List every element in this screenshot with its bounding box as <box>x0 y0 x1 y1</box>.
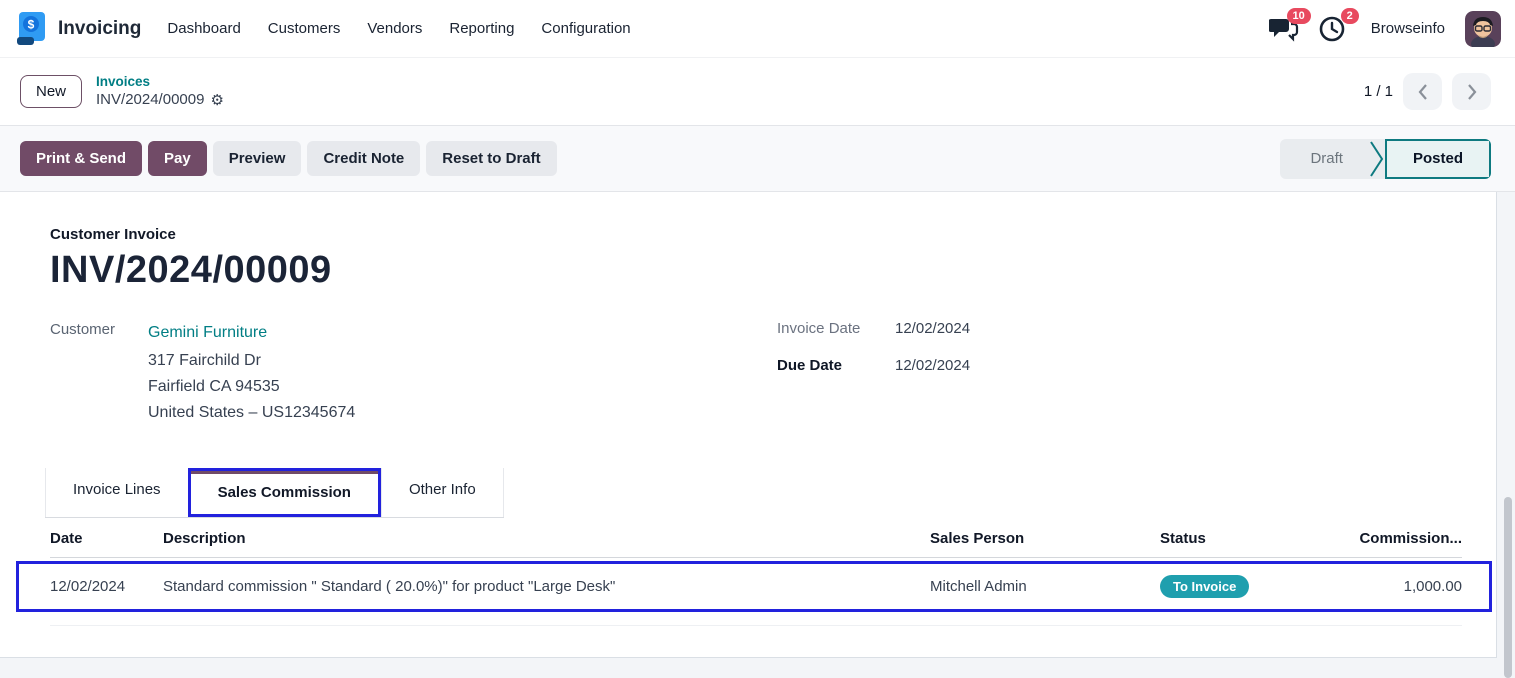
column-header-description[interactable]: Description <box>163 530 930 547</box>
pager-next-button[interactable] <box>1452 73 1491 110</box>
status-widget: Draft Posted <box>1280 139 1491 179</box>
column-header-date[interactable]: Date <box>50 530 163 547</box>
breadcrumb-current: INV/2024/00009 ⚙ <box>96 91 224 110</box>
customer-address-line1: 317 Fairchild Dr <box>148 348 355 374</box>
row-highlight-annotation: 12/02/2024 Standard commission " Standar… <box>16 561 1492 612</box>
statusbar-row: Print & Send Pay Preview Credit Note Res… <box>0 126 1515 192</box>
messages-icon[interactable]: 10 <box>1269 15 1299 43</box>
form-view: Customer Invoice INV/2024/00009 Customer… <box>0 192 1515 678</box>
tab-invoice-lines[interactable]: Invoice Lines <box>45 468 188 517</box>
cell-description: Standard commission " Standard ( 20.0%)"… <box>163 578 930 595</box>
customer-label: Customer <box>50 320 148 426</box>
status-draft[interactable]: Draft <box>1280 139 1369 179</box>
customer-address-line3: United States – US12345674 <box>148 400 355 426</box>
activities-clock-icon[interactable]: 2 <box>1319 15 1347 43</box>
customer-field: Customer Gemini Furniture 317 Fairchild … <box>50 320 777 426</box>
invoice-date-value[interactable]: 12/02/2024 <box>895 320 970 337</box>
menu-dashboard[interactable]: Dashboard <box>167 20 240 37</box>
top-navbar: $ Invoicing Dashboard Customers Vendors … <box>0 0 1515 58</box>
preview-button[interactable]: Preview <box>213 141 302 176</box>
pager-previous-button[interactable] <box>1403 73 1442 110</box>
new-button[interactable]: New <box>20 75 82 108</box>
scrollbar-track[interactable] <box>1498 192 1515 678</box>
tab-sales-commission[interactable]: Sales Commission <box>191 471 378 514</box>
table-row-separator <box>50 612 1462 626</box>
customer-value: Gemini Furniture 317 Fairchild Dr Fairfi… <box>148 320 355 426</box>
tab-highlight-annotation: Sales Commission <box>188 468 381 517</box>
document-type-label: Customer Invoice <box>50 226 1496 243</box>
status-arrow-icon <box>1369 139 1385 179</box>
print-send-button[interactable]: Print & Send <box>20 141 142 176</box>
activities-count-badge: 2 <box>1341 8 1359 24</box>
due-date-label: Due Date <box>777 357 895 374</box>
user-avatar[interactable] <box>1465 11 1501 47</box>
invoicing-app-icon[interactable]: $ <box>16 11 48 47</box>
cell-sales-person: Mitchell Admin <box>930 578 1160 595</box>
commission-table-header: Date Description Sales Person Status Com… <box>50 518 1462 558</box>
invoice-fields: Customer Gemini Furniture 317 Fairchild … <box>50 320 1496 426</box>
tab-other-info[interactable]: Other Info <box>381 468 504 517</box>
notebook-tabs: Invoice Lines Sales Commission Other Inf… <box>45 468 504 518</box>
menu-configuration[interactable]: Configuration <box>541 20 630 37</box>
customer-link[interactable]: Gemini Furniture <box>148 320 355 346</box>
app-name[interactable]: Invoicing <box>58 18 141 40</box>
column-header-status[interactable]: Status <box>1160 530 1300 547</box>
pager-count: 1 / 1 <box>1364 83 1393 100</box>
cell-commission-amount: 1,000.00 <box>1300 578 1462 595</box>
gear-icon[interactable]: ⚙ <box>210 91 223 110</box>
status-badge-to-invoice: To Invoice <box>1160 575 1249 598</box>
cell-date: 12/02/2024 <box>50 578 163 595</box>
breadcrumb: Invoices INV/2024/00009 ⚙ <box>96 74 224 110</box>
breadcrumb-current-label: INV/2024/00009 <box>96 91 204 110</box>
main-menu: Dashboard Customers Vendors Reporting Co… <box>167 20 630 37</box>
menu-customers[interactable]: Customers <box>268 20 341 37</box>
invoice-date-label: Invoice Date <box>777 320 895 337</box>
invoice-number-title: INV/2024/00009 <box>50 249 1496 292</box>
customer-address-line2: Fairfield CA 94535 <box>148 374 355 400</box>
breadcrumb-invoices-link[interactable]: Invoices <box>96 74 224 91</box>
invoice-sheet: Customer Invoice INV/2024/00009 Customer… <box>0 192 1497 658</box>
navbar-systray: 10 2 Browseinfo <box>1269 11 1501 47</box>
messages-count-badge: 10 <box>1287 8 1311 24</box>
cell-status: To Invoice <box>1160 575 1300 598</box>
column-header-commission[interactable]: Commission... <box>1300 530 1462 547</box>
menu-reporting[interactable]: Reporting <box>449 20 514 37</box>
vertical-scrollbar-thumb[interactable] <box>1504 497 1512 678</box>
menu-vendors[interactable]: Vendors <box>367 20 422 37</box>
column-header-sales-person[interactable]: Sales Person <box>930 530 1160 547</box>
user-menu[interactable]: Browseinfo <box>1371 20 1445 37</box>
date-fields: Invoice Date 12/02/2024 Due Date 12/02/2… <box>777 320 970 426</box>
reset-to-draft-button[interactable]: Reset to Draft <box>426 141 556 176</box>
pay-button[interactable]: Pay <box>148 141 207 176</box>
commission-table-row[interactable]: 12/02/2024 Standard commission " Standar… <box>19 564 1489 609</box>
due-date-value[interactable]: 12/02/2024 <box>895 357 970 374</box>
svg-text:$: $ <box>28 17 35 31</box>
status-posted: Posted <box>1385 139 1491 179</box>
credit-note-button[interactable]: Credit Note <box>307 141 420 176</box>
control-panel: New Invoices INV/2024/00009 ⚙ 1 / 1 <box>0 58 1515 126</box>
record-pager: 1 / 1 <box>1364 73 1491 110</box>
